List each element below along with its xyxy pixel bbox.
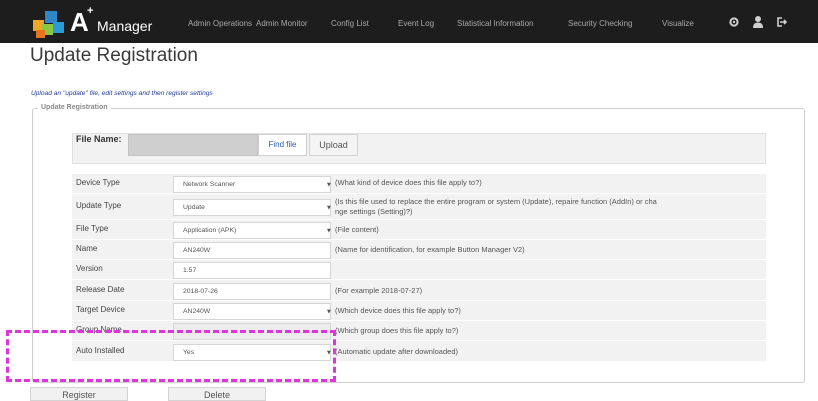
group-name-help: (Which group does this file apply to?) xyxy=(335,326,459,335)
highlight-annotation xyxy=(6,330,336,382)
file-name-label: File Name: xyxy=(76,134,122,144)
user-icon[interactable] xyxy=(752,15,764,29)
file-name-input[interactable] xyxy=(128,134,258,156)
instructions-text: Upload an "update" file, edit settings a… xyxy=(31,90,213,97)
target-device-label: Target Device xyxy=(76,305,125,314)
update-type-help-continued: nge settings (Setting)?) xyxy=(335,207,413,216)
nav-event-log[interactable]: Event Log xyxy=(398,19,434,29)
auto-installed-help: (Automatic update after downloaded) xyxy=(335,347,458,356)
logo-wordmark: Manager xyxy=(97,18,153,34)
logo-letter: A xyxy=(70,7,89,37)
update-type-select[interactable]: Update xyxy=(173,199,331,216)
nav-admin-monitor[interactable]: Admin Monitor xyxy=(256,19,308,29)
device-type-select[interactable]: Network Scanner xyxy=(173,176,331,193)
top-navigation-bar: A + Manager Admin Operations Admin Monit… xyxy=(0,0,818,43)
target-device-help: (Which device does this file apply to?) xyxy=(335,306,461,315)
device-type-label: Device Type xyxy=(76,178,120,187)
register-button[interactable]: Register xyxy=(30,387,128,401)
find-file-button[interactable]: Find file xyxy=(258,134,307,156)
chevron-down-icon[interactable]: ▼ xyxy=(327,228,331,234)
nav-visualize[interactable]: Visualize xyxy=(662,19,694,29)
file-type-select[interactable]: Application (APK) xyxy=(173,222,331,239)
release-date-help: (For example 2018-07-27) xyxy=(335,286,423,295)
logo-plus: + xyxy=(87,5,94,17)
file-type-help: (File content) xyxy=(335,225,379,234)
upload-button[interactable]: Upload xyxy=(309,134,358,156)
nav-security-checking[interactable]: Security Checking xyxy=(568,19,632,29)
update-type-help: (Is this file used to replace the entire… xyxy=(335,197,657,206)
file-type-label: File Type xyxy=(76,224,109,233)
nav-admin-operations[interactable]: Admin Operations xyxy=(188,19,252,29)
release-date-label: Release Date xyxy=(76,285,125,294)
delete-button[interactable]: Delete xyxy=(168,387,266,401)
nav-config-list[interactable]: Config List xyxy=(331,19,369,29)
version-label: Version xyxy=(76,264,103,273)
update-type-label: Update Type xyxy=(76,201,122,210)
device-type-help: (What kind of device does this file appl… xyxy=(335,178,482,187)
fieldset-legend: Update Registration xyxy=(38,104,111,111)
release-date-input[interactable]: 2018-07-26 xyxy=(173,283,331,300)
logout-icon[interactable] xyxy=(775,15,787,29)
name-input[interactable]: AN240W xyxy=(173,242,331,259)
target-device-select[interactable]: AN240W xyxy=(173,303,331,320)
page-title: Update Registration xyxy=(30,45,198,66)
chevron-down-icon[interactable]: ▼ xyxy=(327,182,331,188)
name-label: Name xyxy=(76,244,98,253)
name-help: (Name for identification, for example Bu… xyxy=(335,245,525,254)
version-input[interactable]: 1.57 xyxy=(173,262,331,279)
logo-cubes-icon xyxy=(33,11,64,38)
nav-statistical-information[interactable]: Statistical Information xyxy=(457,19,533,29)
chevron-down-icon[interactable]: ▼ xyxy=(327,309,331,315)
chevron-down-icon[interactable]: ▼ xyxy=(327,205,331,211)
gear-icon[interactable] xyxy=(728,15,740,29)
